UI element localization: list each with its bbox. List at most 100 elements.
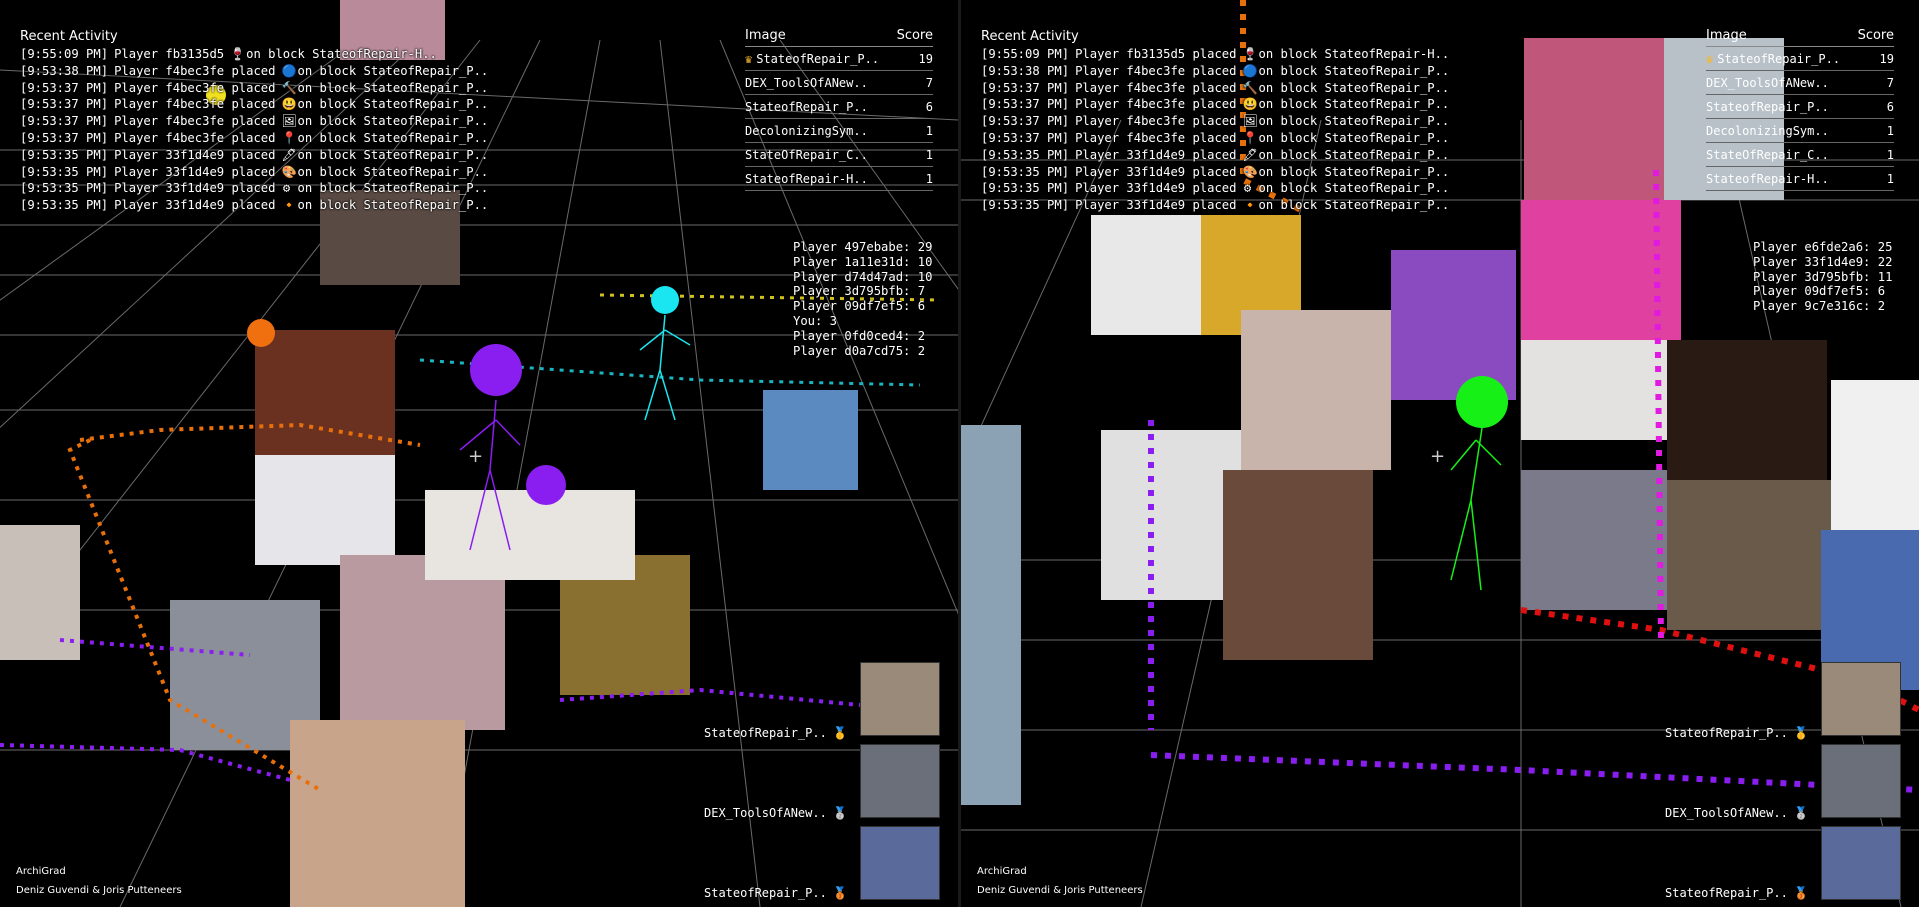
thumbnail-image[interactable] — [860, 744, 940, 818]
image-block[interactable] — [763, 390, 858, 490]
image-block[interactable] — [1521, 470, 1671, 610]
player-list: Player e6fde2a6: 25 Player 33f1d4e9: 22 Pl… — [1753, 240, 1892, 314]
image-block[interactable] — [340, 555, 505, 730]
thumbnail-image[interactable] — [1821, 662, 1901, 736]
scoreboard-row[interactable]: DEX_ToolsOfANew.. 7 — [745, 71, 933, 95]
player-avatar-cyan[interactable] — [651, 286, 679, 314]
activity-time: [9:53:35 PM] — [20, 164, 109, 179]
image-block[interactable] — [1391, 250, 1516, 400]
activity-entry: [9:53:35 PM] Player 33f1d4e9 placed ⚙ on bl… — [20, 180, 488, 197]
scoreboard-image-cell: StateofRepair_P.. — [745, 100, 868, 114]
placed-item-icon: 🔨 — [1242, 80, 1258, 95]
col-image-header: Image — [1706, 28, 1747, 43]
image-block[interactable] — [0, 525, 80, 660]
player-avatar-purple[interactable] — [470, 344, 522, 396]
scoreboard-row[interactable]: ♛ StateofRepair_P.. 19 — [745, 47, 933, 71]
scoreboard-row[interactable]: StateOfRepair_C.. 1 — [1706, 143, 1894, 167]
image-block[interactable] — [1667, 480, 1837, 630]
placed-item-icon: 🖼 — [281, 114, 297, 129]
activity-entry: [9:55:09 PM] Player fb3135d5 placed 🍷 on bl… — [981, 46, 1449, 63]
scoreboard-score: 6 — [925, 99, 933, 114]
scoreboard: Image Score ♛ StateofRepair_P.. 19 DEX_Tool… — [745, 28, 933, 191]
top-images-thumbnails[interactable] — [860, 662, 940, 907]
image-block[interactable] — [1241, 310, 1391, 470]
scoreboard-row[interactable]: DEX_ToolsOfANew.. 7 — [1706, 71, 1894, 95]
activity-player: Player f4bec3fe placed — [1075, 80, 1237, 95]
image-block[interactable] — [255, 455, 395, 565]
activity-player: Player f4bec3fe placed — [114, 130, 276, 145]
player-list: Player 497ebabe: 29 Player 1a11e31d: 10 Pl… — [793, 240, 932, 358]
scoreboard-image-name: StateOfRepair_C.. — [745, 147, 868, 162]
scoreboard-image-name: DEX_ToolsOfANew.. — [745, 75, 868, 90]
activity-entry: [9:53:38 PM] Player f4bec3fe placed 🔵 on bl… — [20, 63, 488, 80]
left-viewport[interactable]: Recent Activity [9:55:09 PM] Player fb313… — [0, 0, 958, 907]
activity-time: [9:53:35 PM] — [20, 181, 109, 196]
scoreboard-image-name: DecolonizingSym.. — [745, 123, 868, 138]
activity-entry: [9:53:35 PM] Player 33f1d4e9 placed 🖋 on bl… — [20, 147, 488, 164]
placed-item-icon: 🔵 — [281, 63, 297, 78]
top-images-thumbnails[interactable] — [1821, 662, 1901, 907]
activity-player: Player f4bec3fe placed — [1075, 97, 1237, 112]
right-player-avatars[interactable] — [1450, 376, 1508, 591]
activity-entry: [9:53:37 PM] Player f4bec3fe placed 😃 on bl… — [20, 96, 488, 113]
player-avatar-orange[interactable] — [247, 319, 275, 347]
activity-player: Player f4bec3fe placed — [1075, 114, 1237, 129]
activity-time: [9:53:37 PM] — [20, 80, 109, 95]
scoreboard-image-cell: StateofRepair-H.. — [745, 172, 868, 186]
scoreboard-image-name: DEX_ToolsOfANew.. — [1706, 75, 1829, 90]
scoreboard-score: 19 — [1879, 51, 1894, 66]
scoreboard-image-cell: StateofRepair-H.. — [1706, 172, 1829, 186]
activity-player: Player 33f1d4e9 placed — [1075, 164, 1237, 179]
scoreboard-row[interactable]: DecolonizingSym.. 1 — [745, 119, 933, 143]
player-skeleton — [1450, 427, 1502, 591]
scoreboard-score: 1 — [1886, 123, 1894, 138]
scoreboard-row[interactable]: DecolonizingSym.. 1 — [1706, 119, 1894, 143]
image-block[interactable] — [1831, 380, 1919, 530]
scoreboard-score: 1 — [925, 147, 933, 162]
player-score-entry: Player 09df7ef5: 6 — [793, 299, 926, 314]
scoreboard-row[interactable]: StateofRepair_P.. 6 — [1706, 95, 1894, 119]
image-block[interactable] — [961, 425, 1021, 805]
scoreboard-row[interactable]: ♛ StateofRepair_P.. 19 — [1706, 47, 1894, 71]
activity-time: [9:53:37 PM] — [981, 130, 1070, 145]
image-block[interactable] — [425, 490, 635, 580]
image-block[interactable] — [1101, 430, 1241, 600]
placed-item-icon: 🔸 — [1242, 198, 1258, 213]
image-block[interactable] — [1521, 340, 1671, 440]
thumbnail-image[interactable] — [1821, 826, 1901, 900]
top-image-name: DEX_ToolsOfANew.. — [704, 806, 827, 820]
activity-player: Player fb3135d5 — [114, 47, 225, 61]
image-block[interactable] — [290, 720, 465, 907]
image-block[interactable] — [1091, 215, 1201, 335]
scoreboard-row[interactable]: StateofRepair-H.. 1 — [1706, 167, 1894, 191]
placed-item-icon: 📍 — [1242, 130, 1258, 145]
activity-player: Player 33f1d4e9 placed — [1075, 147, 1237, 162]
player-score-entry: Player 33f1d4e9: 22 — [1753, 254, 1893, 269]
image-block[interactable] — [255, 330, 395, 455]
placed-item-icon: 🔸 — [281, 198, 297, 213]
activity-block: on block StateofRepair_P.. — [1258, 114, 1450, 129]
activity-entry: [9:55:09 PM] Player fb3135d5 🍷 on block Sta… — [20, 46, 488, 63]
scoreboard-row[interactable]: StateOfRepair_C.. 1 — [745, 143, 933, 167]
activity-time: [9:53:37 PM] — [20, 130, 109, 145]
image-block[interactable] — [1524, 38, 1664, 200]
thumbnail-image[interactable] — [860, 826, 940, 900]
activity-entry: [9:53:35 PM] Player 33f1d4e9 placed 🔸 on bl… — [20, 197, 488, 214]
activity-player: Player f4bec3fe placed — [114, 97, 276, 112]
scoreboard-row[interactable]: StateofRepair_P.. 6 — [745, 95, 933, 119]
image-block[interactable] — [1223, 470, 1373, 660]
activity-time: [9:53:37 PM] — [981, 114, 1070, 129]
activity-time: [9:53:37 PM] — [981, 97, 1070, 112]
activity-time: [9:53:35 PM] — [20, 147, 109, 162]
player-avatar-purple-small[interactable] — [526, 465, 566, 505]
scoreboard-row[interactable]: StateofRepair-H.. 1 — [745, 167, 933, 191]
image-block[interactable] — [1667, 340, 1827, 480]
player-score-entry: Player d0a7cd75: 2 — [793, 343, 926, 358]
scoreboard-score: 1 — [1886, 147, 1894, 162]
player-avatar-green[interactable] — [1456, 376, 1508, 428]
placed-item-icon: 🖋 — [281, 147, 297, 162]
right-viewport[interactable]: Recent Activity [9:55:09 PM] Player fb313… — [961, 0, 1919, 907]
thumbnail-image[interactable] — [860, 662, 940, 736]
top-image-label-row: DEX_ToolsOfANew.. 🥈 — [704, 773, 848, 853]
thumbnail-image[interactable] — [1821, 744, 1901, 818]
